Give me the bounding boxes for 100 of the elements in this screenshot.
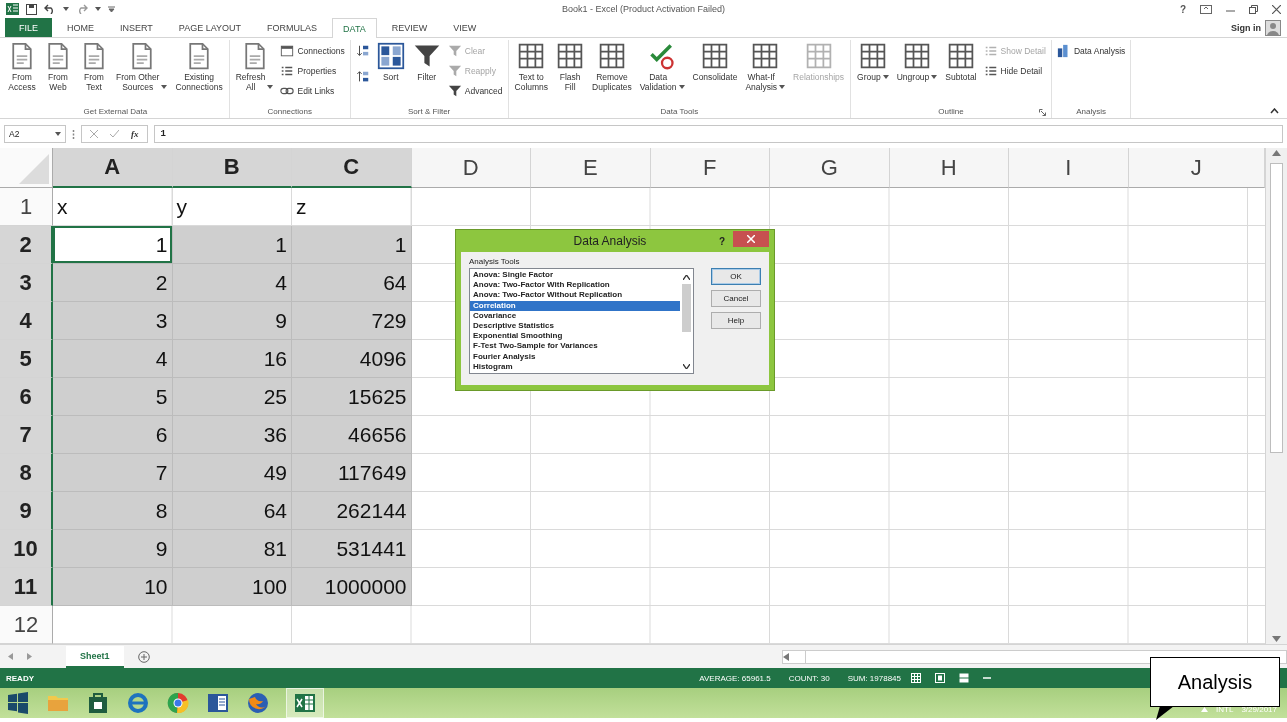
- scroll-up-icon[interactable]: [683, 275, 690, 280]
- avatar-icon[interactable]: [1265, 19, 1281, 36]
- list-item[interactable]: Descriptive Statistics: [470, 321, 680, 332]
- ribbon-button[interactable]: Subtotal: [942, 40, 980, 84]
- ribbon-button[interactable]: Group: [854, 40, 892, 84]
- column-header[interactable]: J: [1128, 148, 1265, 188]
- row-header[interactable]: 2: [0, 226, 53, 264]
- help-button[interactable]: ?: [718, 235, 725, 247]
- list-item[interactable]: Covariance: [470, 310, 680, 321]
- column-header[interactable]: C: [292, 148, 412, 188]
- ribbon-tab[interactable]: DATA: [332, 18, 377, 38]
- scroll-down-icon[interactable]: [683, 364, 690, 369]
- tool-list[interactable]: [469, 268, 694, 374]
- scroll-left-icon[interactable]: [783, 652, 789, 661]
- name-box[interactable]: A2: [4, 125, 66, 143]
- ribbon-button[interactable]: What-If Analysis: [742, 40, 789, 94]
- ribbon-button[interactable]: Text to Columns: [511, 40, 552, 94]
- list-item[interactable]: Anova: Two-Factor Without Replication: [470, 290, 680, 301]
- list-item[interactable]: Anova: Single Factor: [470, 270, 680, 281]
- undo-icon[interactable]: [44, 4, 56, 14]
- list-item[interactable]: Exponential Smoothing: [470, 331, 680, 342]
- table-cell[interactable]: 4: [172, 264, 292, 302]
- ribbon-tab[interactable]: HOME: [56, 18, 105, 37]
- row-header[interactable]: 1: [0, 188, 53, 226]
- table-cell[interactable]: 49: [172, 454, 292, 492]
- globe-logo-icon[interactable]: [246, 691, 270, 715]
- document-app-icon[interactable]: [206, 691, 230, 715]
- row-header[interactable]: 10: [0, 530, 53, 568]
- ribbon-button[interactable]: Consolidate: [689, 40, 741, 84]
- column-header[interactable]: A: [53, 148, 173, 188]
- ribbon-button[interactable]: Data Validation: [636, 40, 688, 94]
- row-header[interactable]: 12: [0, 606, 53, 644]
- table-cell[interactable]: 1: [53, 226, 173, 264]
- scroll-thumb[interactable]: [682, 284, 691, 332]
- sort-arrow-icon[interactable]: [355, 44, 370, 58]
- new-sheet-icon[interactable]: [137, 650, 150, 663]
- ribbon-button[interactable]: Hide Detail: [981, 61, 1048, 80]
- table-cell[interactable]: 1000000: [292, 568, 412, 606]
- table-cell[interactable]: 4096: [292, 340, 412, 378]
- table-cell[interactable]: 262144: [292, 492, 412, 530]
- close-button[interactable]: [733, 231, 769, 247]
- round-logo-icon[interactable]: [166, 691, 190, 715]
- row-header[interactable]: 7: [0, 416, 53, 454]
- list-item[interactable]: Histogram: [470, 361, 680, 373]
- table-cell[interactable]: 46656: [292, 416, 412, 454]
- list-item[interactable]: F-Test Two-Sample for Variances: [470, 341, 680, 352]
- ribbon-display-icon[interactable]: [1200, 4, 1212, 14]
- list-item[interactable]: Anova: Two-Factor With Replication: [470, 280, 680, 291]
- e-logo-icon[interactable]: [126, 691, 150, 715]
- ribbon-button[interactable]: From Other Sources: [113, 40, 171, 94]
- save-icon[interactable]: [26, 3, 37, 15]
- ribbon-button[interactable]: From Text: [77, 40, 111, 94]
- table-cell[interactable]: 729: [292, 302, 412, 340]
- table-cell[interactable]: 15625: [292, 378, 412, 416]
- collapse-ribbon-icon[interactable]: [1270, 108, 1279, 114]
- ribbon-tab[interactable]: VIEW: [442, 18, 488, 37]
- sort-arrow-icon[interactable]: [355, 70, 370, 84]
- dialog-button[interactable]: Help: [711, 312, 761, 329]
- next-sheet-icon[interactable]: [27, 653, 32, 660]
- table-cell[interactable]: 10: [53, 568, 173, 606]
- table-cell[interactable]: 531441: [292, 530, 412, 568]
- list-item[interactable]: Correlation: [470, 300, 680, 311]
- table-cell[interactable]: 2: [53, 264, 173, 302]
- ribbon-button[interactable]: Sort: [373, 40, 408, 84]
- previous-sheet-icon[interactable]: [8, 653, 13, 660]
- list-item[interactable]: Fourier Analysis: [470, 351, 680, 362]
- table-cell[interactable]: 100: [172, 568, 292, 606]
- normal-view-icon[interactable]: [911, 672, 921, 683]
- row-header[interactable]: 4: [0, 302, 53, 340]
- row-header[interactable]: 11: [0, 568, 53, 606]
- redo-icon[interactable]: [76, 4, 88, 14]
- table-cell[interactable]: 16: [172, 340, 292, 378]
- ribbon-button[interactable]: Existing Connections: [172, 40, 226, 94]
- ribbon-button[interactable]: From Access: [5, 40, 39, 94]
- help-button[interactable]: ?: [1179, 3, 1186, 15]
- row-header[interactable]: 9: [0, 492, 53, 530]
- row-header[interactable]: 3: [0, 264, 53, 302]
- table-cell[interactable]: 117649: [292, 454, 412, 492]
- table-cell[interactable]: 7: [53, 454, 173, 492]
- row-header[interactable]: 6: [0, 378, 53, 416]
- restore-icon[interactable]: [1249, 4, 1258, 14]
- column-header[interactable]: H: [889, 148, 1009, 188]
- row-header[interactable]: 8: [0, 454, 53, 492]
- sheet-tab[interactable]: Sheet1: [66, 645, 124, 668]
- table-cell[interactable]: 9: [53, 530, 173, 568]
- file-tab[interactable]: FILE: [5, 18, 52, 37]
- enter-check-icon[interactable]: [110, 130, 119, 138]
- customize-icon[interactable]: [108, 6, 115, 12]
- ribbon-tab[interactable]: INSERT: [109, 18, 164, 37]
- table-cell[interactable]: 1: [292, 226, 412, 264]
- ribbon-button[interactable]: Data Analysis: [1054, 41, 1128, 60]
- column-header[interactable]: D: [411, 148, 531, 188]
- spreadsheet-app-icon[interactable]: [293, 691, 317, 715]
- column-header[interactable]: E: [531, 148, 651, 188]
- dialog-launcher-icon[interactable]: [1038, 108, 1046, 116]
- table-cell[interactable]: 36: [172, 416, 292, 454]
- page-break-view-icon[interactable]: [959, 672, 969, 683]
- ribbon-button[interactable]: Advanced: [445, 81, 505, 100]
- dialog-button[interactable]: Cancel: [711, 290, 761, 307]
- ribbon-button[interactable]: From Web: [41, 40, 75, 94]
